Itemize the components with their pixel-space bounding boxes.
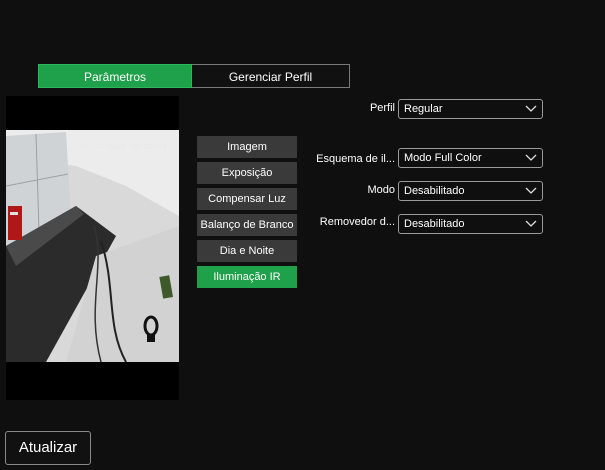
modo-label: Modo: [367, 184, 395, 196]
chevron-down-icon: [525, 220, 537, 227]
menu-item-imagem[interactable]: Imagem: [197, 136, 297, 158]
chevron-down-icon: [525, 154, 537, 161]
tab-parametros[interactable]: Parâmetros: [38, 64, 192, 88]
menu-item-iluminacao-ir[interactable]: Iluminação IR: [197, 266, 297, 288]
modo-value: Desabilitado: [404, 185, 465, 197]
esquema-value: Modo Full Color: [404, 152, 482, 164]
chevron-down-icon: [525, 105, 537, 112]
menu-item-exposicao[interactable]: Exposição: [197, 162, 297, 184]
tab-bar: Parâmetros Gerenciar Perfil: [38, 64, 350, 88]
menu-item-compensar-luz[interactable]: Compensar Luz: [197, 188, 297, 210]
camera-preview: 15-12-2020 10:23:19: [6, 96, 179, 400]
camera-scene: [6, 96, 179, 400]
esquema-select[interactable]: Modo Full Color: [398, 148, 543, 168]
perfil-select[interactable]: Regular: [398, 99, 543, 119]
chevron-down-icon: [525, 187, 537, 194]
esquema-label: Esquema de il...: [316, 153, 395, 165]
settings-menu: Imagem Exposição Compensar Luz Balanço d…: [197, 136, 297, 292]
removedor-value: Desabilitado: [404, 218, 465, 230]
removedor-select[interactable]: Desabilitado: [398, 214, 543, 234]
menu-item-balanco-de-branco[interactable]: Balanço de Branco: [197, 214, 297, 236]
menu-item-dia-e-noite[interactable]: Dia e Noite: [197, 240, 297, 262]
removedor-label: Removedor d...: [319, 216, 395, 228]
tab-gerenciar-perfil[interactable]: Gerenciar Perfil: [192, 64, 350, 88]
perfil-value: Regular: [404, 103, 443, 115]
update-button[interactable]: Atualizar: [5, 431, 91, 465]
modo-select[interactable]: Desabilitado: [398, 181, 543, 201]
timestamp-overlay: 15-12-2020 10:23:19: [81, 143, 167, 152]
perfil-label: Perfil: [369, 102, 395, 114]
